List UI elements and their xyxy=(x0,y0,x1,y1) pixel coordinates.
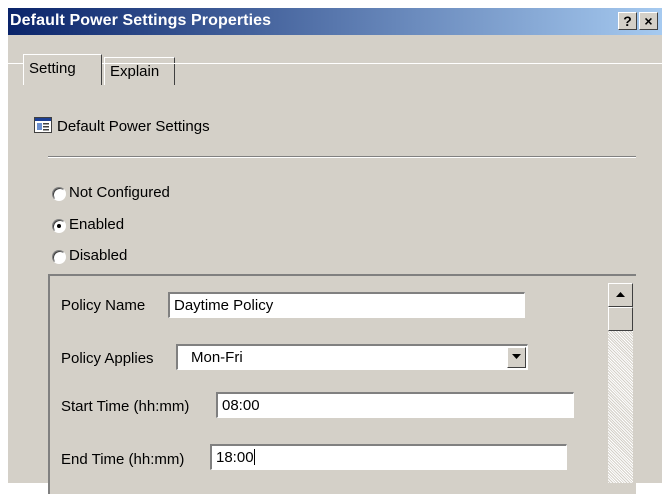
policy-applies-label: Policy Applies xyxy=(61,350,154,367)
scroll-up-button[interactable] xyxy=(608,283,633,307)
radio-label: Disabled xyxy=(69,247,128,264)
start-time-label: Start Time (hh:mm) xyxy=(61,398,190,415)
window-title: Default Power Settings Properties xyxy=(10,12,272,29)
separator xyxy=(48,156,636,158)
end-time-input[interactable]: 18:00 xyxy=(210,444,567,470)
end-time-value: 18:00 xyxy=(216,449,254,466)
policy-name-label: Policy Name xyxy=(61,297,146,314)
radio-button[interactable] xyxy=(52,250,66,264)
start-time-input[interactable]: 08:00 xyxy=(216,392,574,418)
start-time-value: 08:00 xyxy=(222,397,260,414)
radio-label: Enabled xyxy=(69,216,125,233)
radio-button[interactable] xyxy=(52,219,66,233)
chevron-up-icon xyxy=(616,292,625,297)
policy-applies-value: Mon-Fri xyxy=(191,349,243,366)
policy-applies-dropdown[interactable]: Mon-Fri xyxy=(176,344,528,370)
end-time-label: End Time (hh:mm) xyxy=(61,451,185,468)
policy-name-value: Daytime Policy xyxy=(174,297,274,314)
radio-disabled[interactable]: Disabled xyxy=(45,247,165,267)
scroll-thumb[interactable] xyxy=(608,307,633,331)
policy-settings-icon xyxy=(34,117,52,133)
policy-title: Default Power Settings xyxy=(57,118,210,135)
options-scrollbar[interactable] xyxy=(608,283,633,483)
title-bar[interactable]: Default Power Settings Properties ? × xyxy=(8,8,662,35)
radio-not-configured[interactable]: Not Configured xyxy=(45,184,215,204)
text-caret xyxy=(253,449,255,465)
radio-button[interactable] xyxy=(52,187,66,201)
close-button[interactable]: × xyxy=(639,12,658,30)
radio-enabled[interactable]: Enabled xyxy=(45,216,165,236)
tab-setting[interactable]: Setting xyxy=(23,54,102,85)
dropdown-button[interactable] xyxy=(507,347,526,368)
help-button[interactable]: ? xyxy=(618,12,637,30)
radio-selected-dot xyxy=(57,224,61,228)
policy-name-input[interactable]: Daytime Policy xyxy=(168,292,525,318)
chevron-down-icon xyxy=(512,354,521,359)
radio-label: Not Configured xyxy=(69,184,170,201)
